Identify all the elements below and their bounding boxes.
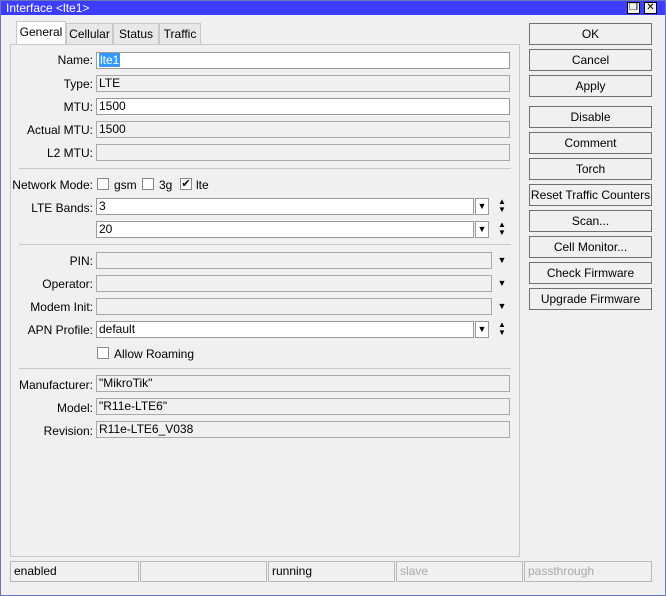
type-label: Type: xyxy=(63,77,93,91)
allow-roaming-label: Allow Roaming xyxy=(114,347,195,361)
status-enabled: enabled xyxy=(10,561,139,582)
name-value: lte1 xyxy=(99,53,121,67)
lte-label: lte xyxy=(196,178,209,192)
actual-mtu-label: Actual MTU: xyxy=(26,123,93,137)
model-label: Model: xyxy=(56,401,93,415)
type-field: LTE xyxy=(96,75,510,92)
status-passthrough: passthrough xyxy=(524,561,652,582)
up-down-arrows-icon[interactable]: ▲ ▼ xyxy=(496,221,508,238)
gsm-label: gsm xyxy=(114,178,137,192)
tab-status-label: Status xyxy=(118,27,154,41)
status-empty xyxy=(140,561,267,582)
restore-icon[interactable]: ❐ xyxy=(627,2,640,14)
disable-button[interactable]: Disable xyxy=(529,106,652,128)
tab-status[interactable]: Status xyxy=(113,23,159,45)
3g-checkbox[interactable] xyxy=(142,178,154,190)
tab-cellular[interactable]: Cellular xyxy=(66,23,113,45)
apply-button[interactable]: Apply xyxy=(529,75,652,97)
dropdown-arrow-icon[interactable]: ▼ xyxy=(475,221,489,238)
actual-mtu-field: 1500 xyxy=(96,121,510,138)
close-icon[interactable]: ✕ xyxy=(644,2,657,14)
model-field: "R11e-LTE6" xyxy=(96,398,510,415)
separator xyxy=(19,244,511,245)
cell-monitor-button[interactable]: Cell Monitor... xyxy=(529,236,652,258)
modem-init-label: Modem Init: xyxy=(30,300,93,314)
dropdown-arrow-icon[interactable]: ▼ xyxy=(495,298,509,315)
l2-mtu-label: L2 MTU: xyxy=(46,146,93,160)
operator-field[interactable] xyxy=(96,275,492,292)
ok-button[interactable]: OK xyxy=(529,23,652,45)
name-label: Name: xyxy=(57,53,93,67)
tab-general-label: General xyxy=(19,25,63,39)
tab-general[interactable]: General xyxy=(16,21,66,44)
3g-label: 3g xyxy=(159,178,173,192)
tab-traffic[interactable]: Traffic xyxy=(159,23,201,45)
revision-label: Revision: xyxy=(43,424,93,438)
cancel-button[interactable]: Cancel xyxy=(529,49,652,71)
mtu-field[interactable]: 1500 xyxy=(96,98,510,115)
dropdown-arrow-icon[interactable]: ▼ xyxy=(495,275,509,292)
apn-profile-field[interactable]: default xyxy=(96,321,474,338)
check-firmware-button[interactable]: Check Firmware xyxy=(529,262,652,284)
lte-checkbox[interactable]: ✔ xyxy=(180,178,192,190)
separator xyxy=(19,168,511,169)
window-title: Interface <lte1> xyxy=(6,1,90,15)
mtu-label: MTU: xyxy=(63,100,93,114)
allow-roaming-checkbox[interactable] xyxy=(97,347,109,359)
status-slave: slave xyxy=(396,561,523,582)
lte-band-field-1[interactable]: 3 xyxy=(96,198,474,215)
apn-profile-label: APN Profile: xyxy=(27,323,93,337)
tab-traffic-label: Traffic xyxy=(163,27,197,41)
name-field[interactable]: lte1 xyxy=(96,52,510,69)
network-mode-label: Network Mode: xyxy=(12,178,93,192)
l2-mtu-field xyxy=(96,144,510,161)
lte-bands-label: LTE Bands: xyxy=(31,201,93,215)
dropdown-arrow-icon[interactable]: ▼ xyxy=(475,321,489,338)
up-down-arrows-icon[interactable]: ▲ ▼ xyxy=(496,198,508,215)
up-down-arrows-icon[interactable]: ▲ ▼ xyxy=(496,321,508,338)
pin-field[interactable] xyxy=(96,252,492,269)
dropdown-arrow-icon[interactable]: ▼ xyxy=(475,198,489,215)
comment-button[interactable]: Comment xyxy=(529,132,652,154)
checkmark-icon: ✔ xyxy=(181,178,191,190)
tab-cellular-label: Cellular xyxy=(69,27,110,41)
modem-init-field[interactable] xyxy=(96,298,492,315)
title-bar: Interface <lte1> xyxy=(1,1,665,15)
scan-button[interactable]: Scan... xyxy=(529,210,652,232)
torch-button[interactable]: Torch xyxy=(529,158,652,180)
gsm-checkbox[interactable] xyxy=(97,178,109,190)
reset-traffic-counters-button[interactable]: Reset Traffic Counters xyxy=(529,184,652,206)
manufacturer-field: "MikroTik" xyxy=(96,375,510,392)
status-running: running xyxy=(268,561,395,582)
separator xyxy=(19,368,511,369)
dropdown-arrow-icon[interactable]: ▼ xyxy=(495,252,509,269)
lte-band-field-2[interactable]: 20 xyxy=(96,221,474,238)
revision-field: R11e-LTE6_V038 xyxy=(96,421,510,438)
upgrade-firmware-button[interactable]: Upgrade Firmware xyxy=(529,288,652,310)
manufacturer-label: Manufacturer: xyxy=(18,378,93,392)
interface-window: Interface <lte1> ❐ ✕ General Cellular St… xyxy=(0,0,666,596)
operator-label: Operator: xyxy=(42,277,93,291)
pin-label: PIN: xyxy=(69,254,93,268)
